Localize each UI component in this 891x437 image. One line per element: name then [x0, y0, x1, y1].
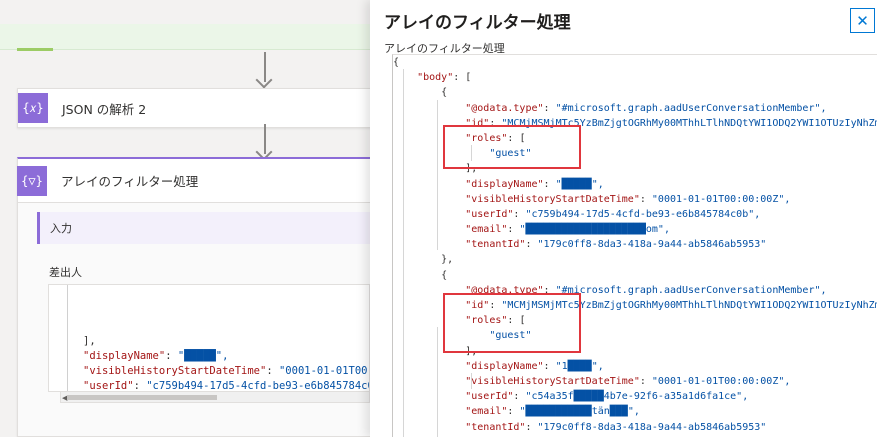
- close-button[interactable]: ✕: [850, 8, 875, 33]
- json-key: "email": [465, 406, 508, 418]
- json-line: "displayName": "1████",: [465, 360, 604, 372]
- horizontal-scrollbar[interactable]: ◀: [60, 391, 370, 403]
- scrollbar-thumb[interactable]: [67, 395, 217, 400]
- json-key: "body": [417, 72, 454, 84]
- json-value: "c759b494-17d5-4cfd-be93-e6b845784c0b",: [525, 208, 761, 220]
- json-value: "#microsoft.graph.aadUserConversationMem…: [555, 102, 827, 114]
- roles-highlight-box: [443, 125, 581, 169]
- json-value: "0001-01-01T00:00:00Z",: [651, 193, 791, 205]
- json-line: "email": "███████████tän███",: [465, 406, 640, 418]
- code-value: "0001-01-01T00: [278, 365, 368, 377]
- json-line: "email": "████████████████████om",: [465, 224, 670, 236]
- code-key: "visibleHistoryStartDateTime": [83, 365, 267, 377]
- json-key: "displayName": [465, 360, 544, 372]
- from-label: 差出人: [49, 266, 82, 279]
- json-line: "tenantId": "179c0ff8-8da3-418a-9a44-ab5…: [465, 239, 767, 251]
- json-line: {: [393, 85, 877, 100]
- json-value: "████████████████████om",: [519, 224, 670, 236]
- json-token: {: [393, 269, 448, 281]
- json-key: "tenantId": [465, 239, 526, 251]
- code-punct: ],: [83, 335, 96, 347]
- json-key: "email": [465, 224, 508, 236]
- parse-json-card-header[interactable]: {𝑥} JSON の解析 2: [18, 89, 370, 127]
- json-line: "tenantId": "179c0ff8-8da3-418a-9a44-ab5…: [465, 421, 767, 433]
- json-line: "displayName": "█████",: [465, 178, 604, 190]
- from-code-text: ], "displayName": "█████", "visibleHistory…: [83, 334, 369, 391]
- json-text: { "body": [ { "@odata.type": "#microsoft…: [393, 55, 877, 437]
- roles-highlight-box: [443, 293, 581, 353]
- json-line: {: [393, 268, 877, 283]
- panel-title: アレイのフィルター処理: [384, 13, 571, 33]
- close-icon: ✕: [856, 11, 869, 30]
- flow-arrow: [255, 52, 274, 92]
- code-line: "displayName": "█████",: [83, 349, 369, 364]
- json-line: "visibleHistoryStartDateTime": "0001-01-…: [465, 375, 791, 387]
- json-token: {: [393, 87, 448, 99]
- json-value: "█████",: [555, 178, 604, 190]
- flow-canvas: {𝑥} JSON の解析 2 {▽} アレイのフィルター処理 入力 差出人 ],…: [0, 0, 370, 437]
- json-key: "userId": [465, 208, 514, 220]
- input-label: 入力: [50, 222, 72, 235]
- previous-action-accent: [17, 48, 53, 51]
- from-code-box[interactable]: ], "displayName": "█████", "visibleHistory…: [48, 284, 370, 392]
- json-token: {: [393, 57, 400, 68]
- json-value: "#microsoft.graph.aadUserConversationMem…: [555, 284, 827, 296]
- variable-icon: {𝑥}: [18, 93, 48, 123]
- code-punct: :: [165, 350, 178, 362]
- code-punct: :: [266, 365, 279, 377]
- code-line: "visibleHistoryStartDateTime": "0001-01-…: [83, 364, 369, 379]
- filter-icon: {▽}: [17, 165, 47, 196]
- json-value: "███████████tän███",: [519, 406, 640, 418]
- json-key: "visibleHistoryStartDateTime": [465, 193, 640, 205]
- json-key: "displayName": [465, 178, 544, 190]
- indent-guide: [67, 285, 68, 391]
- json-key: "visibleHistoryStartDateTime": [465, 375, 640, 387]
- json-token: },: [393, 254, 454, 266]
- previous-action-card[interactable]: [0, 24, 370, 50]
- json-line: "visibleHistoryStartDateTime": "0001-01-…: [465, 193, 791, 205]
- json-line: "body": [: [417, 72, 472, 84]
- json-line: "userId": "c759b494-17d5-4cfd-be93-e6b84…: [465, 208, 761, 220]
- code-tail: ,: [222, 350, 229, 362]
- json-value: "c54a35f█████4b7e-92f6-a35a1d6fa1ce",: [525, 391, 749, 403]
- details-panel: アレイのフィルター処理 ✕ アレイのフィルター処理 — { "body": [ …: [370, 0, 891, 437]
- json-value: [: [465, 72, 472, 84]
- json-key: "@odata.type": [465, 102, 544, 114]
- json-value: "0001-01-01T00:00:00Z",: [651, 375, 791, 387]
- code-value: "█████": [177, 350, 223, 362]
- json-line: "userId": "c54a35f█████4b7e-92f6-a35a1d6…: [465, 391, 749, 403]
- json-value: "179c0ff8-8da3-418a-9a44-ab5846ab5953": [537, 239, 767, 251]
- filter-array-card-title: アレイのフィルター処理: [61, 174, 199, 189]
- json-line: "@odata.type": "#microsoft.graph.aadUser…: [465, 102, 827, 114]
- parse-json-card-title: JSON の解析 2: [62, 101, 147, 117]
- parse-json-card[interactable]: {𝑥} JSON の解析 2: [17, 88, 370, 128]
- json-value: "1████",: [555, 360, 604, 372]
- json-key: "tenantId": [465, 421, 526, 433]
- json-line: {: [393, 55, 877, 70]
- json-output-box[interactable]: { "body": [ { "@odata.type": "#microsoft…: [392, 54, 877, 437]
- json-line: },: [393, 252, 877, 267]
- json-value: "179c0ff8-8da3-418a-9a44-ab5846ab5953": [537, 421, 767, 433]
- code-key: "displayName": [83, 350, 166, 362]
- input-section-header[interactable]: 入力: [37, 212, 370, 244]
- code-line: ],: [83, 334, 369, 349]
- json-key: "userId": [465, 391, 514, 403]
- filter-array-card-header[interactable]: {▽} アレイのフィルター処理: [17, 159, 370, 203]
